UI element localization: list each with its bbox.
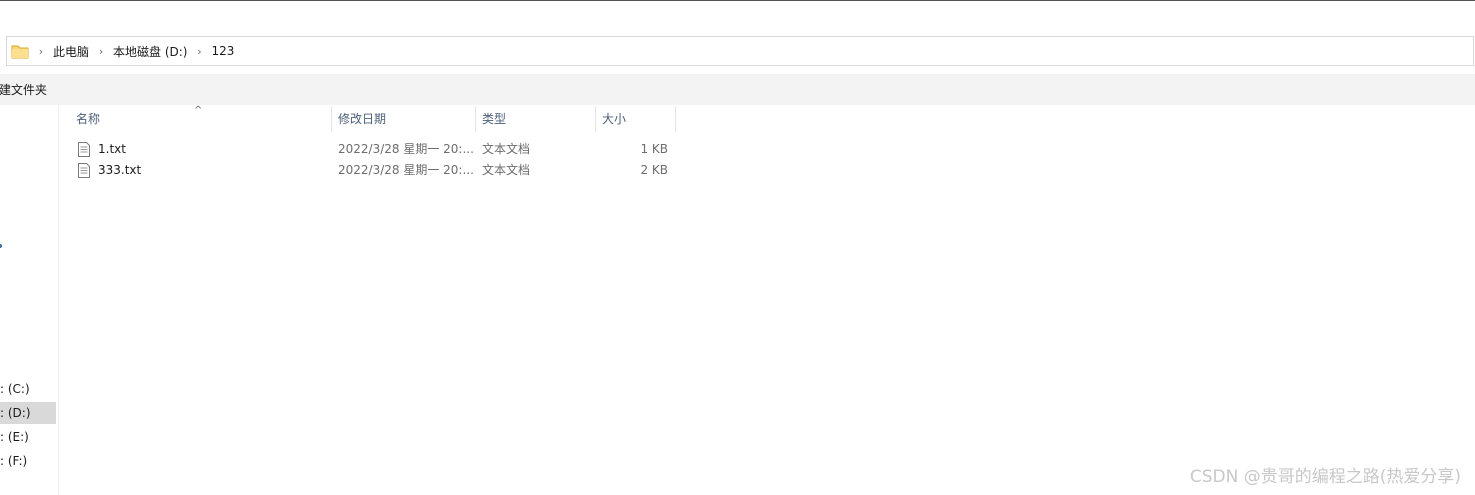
column-header-size-label: 大小 xyxy=(602,112,627,126)
column-header-date[interactable]: 修改日期 xyxy=(332,106,476,132)
text-file-icon xyxy=(78,163,90,178)
sidebar-item-drive-d[interactable]: : (D:) xyxy=(0,402,56,424)
file-name: 333.txt xyxy=(98,163,142,177)
sort-ascending-icon: ^ xyxy=(194,105,203,116)
column-header-name[interactable]: 名称 ^ xyxy=(70,105,332,132)
file-row[interactable]: 1.txt 2022/3/28 星期一 20:... 文本文档 1 KB xyxy=(76,139,676,160)
breadcrumb-drive-d[interactable]: 本地磁盘 (D:) xyxy=(109,43,191,60)
file-explorer-window: › 此电脑 › 本地磁盘 (D:) › 123 建文件夹 : (C:) : (D… xyxy=(0,0,1475,495)
file-date: 2022/3/28 星期一 20:... xyxy=(338,142,474,156)
new-folder-button[interactable]: 建文件夹 xyxy=(0,81,47,98)
column-header-name-label: 名称 xyxy=(76,112,101,126)
column-header-type-label: 类型 xyxy=(482,112,507,126)
file-row[interactable]: 333.txt 2022/3/28 星期一 20:... 文本文档 2 KB xyxy=(76,160,676,181)
sidebar-item-drive-c[interactable]: : (C:) xyxy=(0,378,56,400)
nav-indicator-dot xyxy=(0,244,2,248)
chevron-right-icon[interactable]: › xyxy=(93,45,109,58)
file-name-cell: 333.txt xyxy=(78,160,141,181)
command-toolbar: 建文件夹 xyxy=(0,74,1475,105)
file-size: 1 KB xyxy=(640,142,668,156)
breadcrumb-this-pc[interactable]: 此电脑 xyxy=(49,43,93,60)
file-size: 2 KB xyxy=(640,163,668,177)
address-bar[interactable]: › 此电脑 › 本地磁盘 (D:) › 123 xyxy=(6,36,1474,66)
text-file-icon xyxy=(78,142,90,157)
file-date: 2022/3/28 星期一 20:... xyxy=(338,163,474,177)
folder-icon xyxy=(11,45,29,59)
chevron-right-icon[interactable]: › xyxy=(33,45,49,58)
column-header-date-label: 修改日期 xyxy=(338,112,387,126)
breadcrumb-folder-123[interactable]: 123 xyxy=(207,44,238,58)
column-header-size[interactable]: 大小 xyxy=(596,106,676,132)
window-top-border xyxy=(0,0,1475,1)
file-name-cell: 1.txt xyxy=(78,139,126,160)
chevron-right-icon[interactable]: › xyxy=(191,45,207,58)
sidebar-item-drive-e[interactable]: : (E:) xyxy=(0,426,56,448)
file-name: 1.txt xyxy=(98,142,126,156)
file-type: 文本文档 xyxy=(482,142,531,156)
watermark: CSDN @贵哥的编程之路(热爱分享) xyxy=(1189,467,1461,487)
file-type: 文本文档 xyxy=(482,163,531,177)
column-header-type[interactable]: 类型 xyxy=(476,106,596,132)
navigation-pane: : (C:) : (D:) : (E:) : (F:) xyxy=(0,105,59,495)
sidebar-item-drive-f[interactable]: : (F:) xyxy=(0,450,56,472)
